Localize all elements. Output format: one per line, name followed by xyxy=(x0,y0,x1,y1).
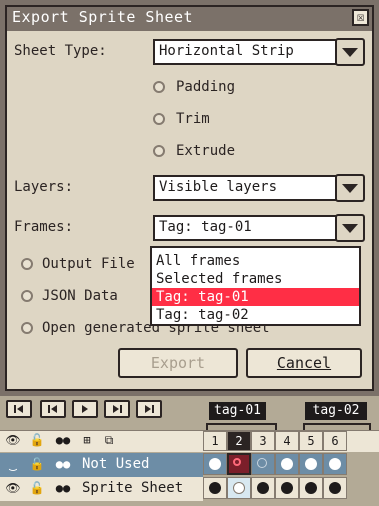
cel-active[interactable] xyxy=(227,477,251,499)
cel[interactable] xyxy=(203,453,227,475)
output-file-label: Output File xyxy=(42,256,135,272)
first-frame-icon xyxy=(14,405,23,413)
play-button[interactable] xyxy=(72,400,98,418)
trim-checkbox[interactable] xyxy=(153,113,165,125)
frames-label: Frames: xyxy=(14,219,74,235)
sheet-type-label: Sheet Type: xyxy=(14,43,107,59)
cel[interactable] xyxy=(299,453,323,475)
layer-name[interactable]: Sprite Sheet xyxy=(82,480,183,496)
lock-header-icon: 🔓 xyxy=(29,433,45,447)
cel[interactable] xyxy=(275,477,299,499)
next-frame-icon xyxy=(113,405,122,413)
last-frame-icon xyxy=(145,405,154,413)
timeline-panel: tag-01 tag-02 👁 🔓 ●● ⊞ ⧉ 1 2 3 4 5 6 ‿ 🔓… xyxy=(0,396,379,506)
cel[interactable] xyxy=(251,477,275,499)
dialog-title: Export Sprite Sheet xyxy=(12,8,194,26)
layers-label: Layers: xyxy=(14,179,74,195)
cel[interactable] xyxy=(299,477,323,499)
padding-label: Padding xyxy=(176,79,236,95)
first-frame-button[interactable] xyxy=(6,400,32,418)
padding-checkbox[interactable] xyxy=(153,81,165,93)
frames-dropdown-list: All frames Selected frames Tag: tag-01 T… xyxy=(150,246,361,326)
cancel-button[interactable]: Cancel xyxy=(246,348,362,378)
previous-frame-icon xyxy=(48,405,57,413)
cel[interactable] xyxy=(323,477,347,499)
extrude-label: Extrude xyxy=(176,143,236,159)
cel[interactable] xyxy=(203,477,227,499)
continuous-icon[interactable]: ●● xyxy=(52,457,74,471)
last-frame-button[interactable] xyxy=(136,400,162,418)
cel-empty[interactable] xyxy=(251,453,275,475)
tag-label[interactable]: tag-02 xyxy=(305,402,367,420)
frames-option-tag-01[interactable]: Tag: tag-01 xyxy=(152,288,359,306)
lock-icon[interactable]: 🔓 xyxy=(28,481,46,495)
export-button[interactable]: Export xyxy=(118,348,238,378)
frame-number[interactable]: 5 xyxy=(299,431,323,451)
extrude-checkbox[interactable] xyxy=(153,145,165,157)
hidden-eye-icon[interactable]: ‿ xyxy=(4,457,22,471)
previous-frame-button[interactable] xyxy=(40,400,66,418)
frame-number-active[interactable]: 2 xyxy=(227,431,251,451)
play-icon xyxy=(82,405,88,413)
close-icon[interactable]: ☒ xyxy=(352,9,369,26)
layers-dropdown-icon[interactable] xyxy=(335,174,365,202)
cel[interactable] xyxy=(275,453,299,475)
continuous-header-icon: ●● xyxy=(55,433,71,447)
eye-icon[interactable]: 👁 xyxy=(4,481,22,495)
continuous-icon[interactable]: ●● xyxy=(52,481,74,495)
json-data-checkbox[interactable] xyxy=(21,290,33,302)
visibility-header-icon: 👁 xyxy=(5,433,21,447)
layers-select[interactable]: Visible layers xyxy=(153,175,337,201)
output-file-checkbox[interactable] xyxy=(21,258,33,270)
frames-dropdown-icon[interactable] xyxy=(335,214,365,242)
sheet-type-select[interactable]: Horizontal Strip xyxy=(153,39,337,65)
frames-select[interactable]: Tag: tag-01 xyxy=(153,215,337,241)
frame-number[interactable]: 1 xyxy=(203,431,227,451)
cel[interactable] xyxy=(323,453,347,475)
tag-label[interactable]: tag-01 xyxy=(209,402,266,420)
frame-number[interactable]: 6 xyxy=(323,431,347,451)
layer-name[interactable]: Not Used xyxy=(82,456,149,472)
export-dialog: Export Sprite Sheet ☒ Sheet Type: Horizo… xyxy=(0,0,379,396)
open-generated-checkbox[interactable] xyxy=(21,322,33,334)
next-frame-button[interactable] xyxy=(104,400,130,418)
frame-number[interactable]: 4 xyxy=(275,431,299,451)
layer-header-icon: ⧉ xyxy=(104,433,114,447)
frames-option-all[interactable]: All frames xyxy=(152,252,359,270)
frames-option-tag-02[interactable]: Tag: tag-02 xyxy=(152,306,359,324)
frames-option-selected[interactable]: Selected frames xyxy=(152,270,359,288)
trim-label: Trim xyxy=(176,111,210,127)
lock-icon[interactable]: 🔓 xyxy=(28,457,46,471)
sheet-type-dropdown-icon[interactable] xyxy=(335,38,365,66)
group-header-icon: ⊞ xyxy=(83,433,91,447)
json-data-label: JSON Data xyxy=(42,288,118,304)
cel-active[interactable] xyxy=(227,453,251,475)
frame-number[interactable]: 3 xyxy=(251,431,275,451)
